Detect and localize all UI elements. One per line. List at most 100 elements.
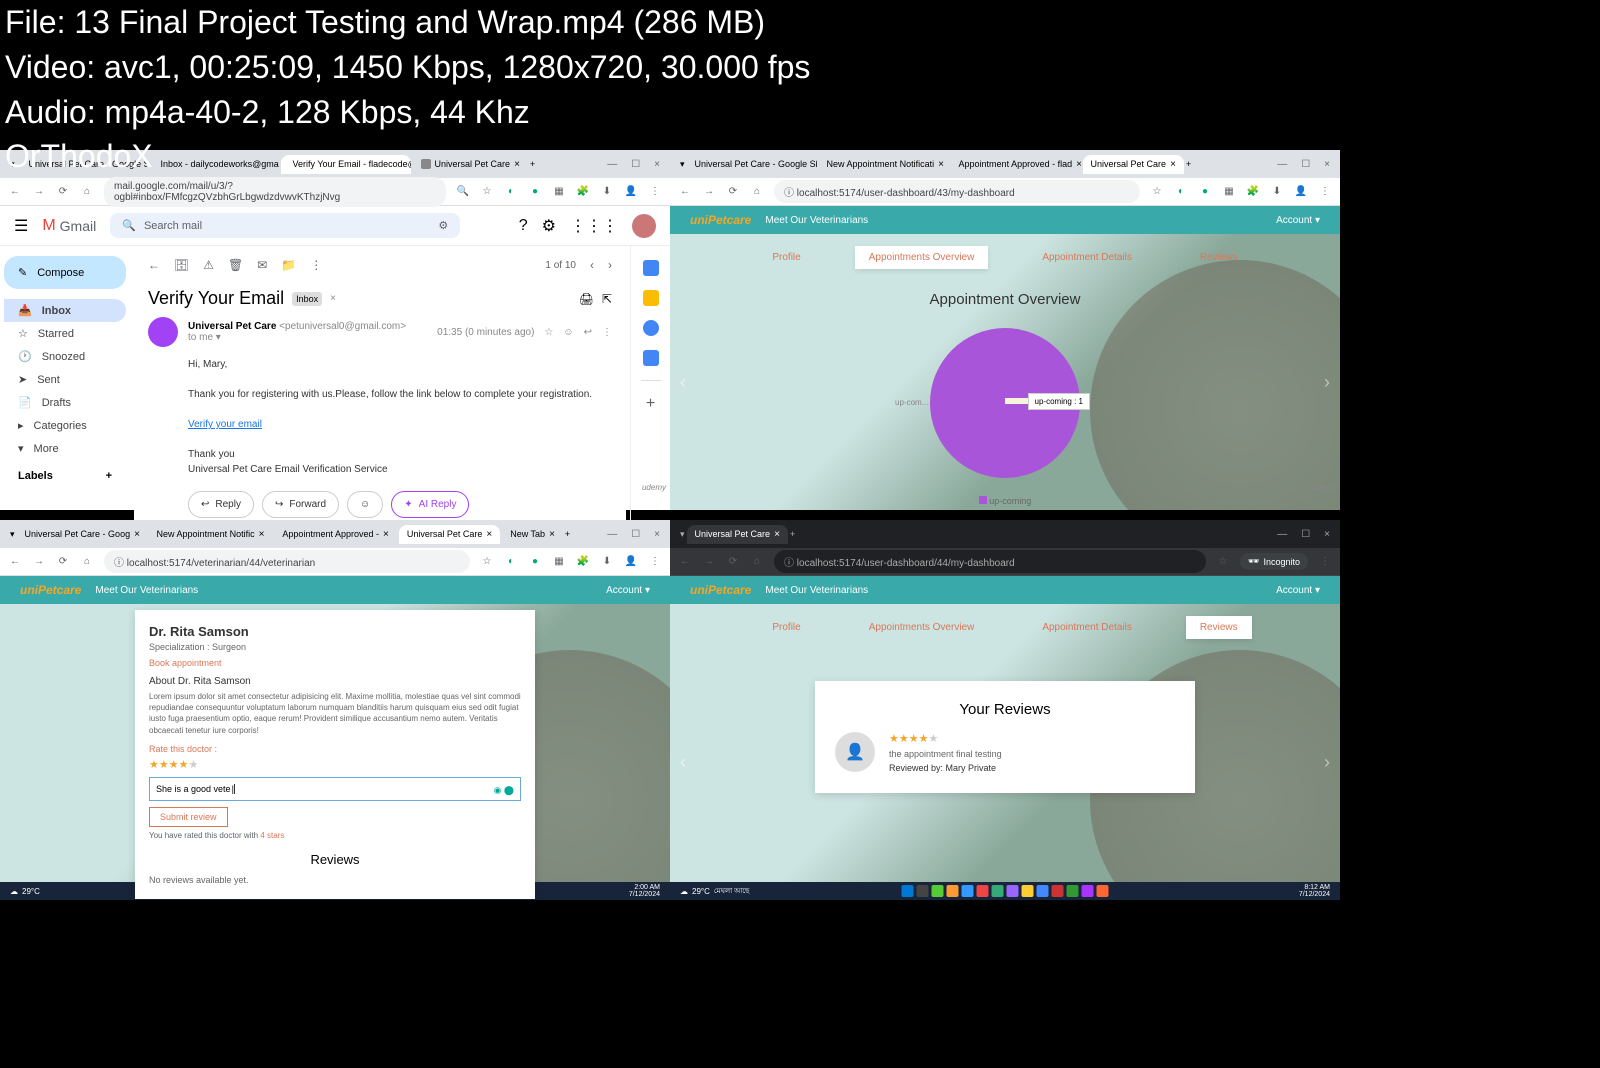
account-menu[interactable]: Account ▾ [1276,215,1320,226]
hamburger-icon[interactable]: ☰ [14,216,28,236]
account-menu[interactable]: Account ▾ [606,585,650,596]
tune-icon[interactable]: ⚙ [438,219,448,232]
print-icon[interactable]: 🖨 [579,292,594,306]
tasks-icon[interactable] [643,320,659,336]
book-appointment-link[interactable]: Book appointment [149,658,521,668]
sidebar-item-sent[interactable]: ➤Sent [4,368,126,391]
contacts-icon[interactable] [643,350,659,366]
back-icon[interactable]: ← [8,185,22,199]
weather-widget[interactable]: ☁ 29°C [10,887,40,896]
task-icon[interactable] [1037,885,1049,897]
verify-link[interactable]: Verify your email [188,419,262,430]
reply-icon[interactable]: ↩ [584,327,592,338]
inbox-chip[interactable]: Inbox [292,292,322,306]
carousel-prev-icon[interactable]: ‹ [680,372,686,393]
browser-tab[interactable]: Appointment Approved - flad× [951,155,1081,174]
emoji-icon[interactable]: ☺ [563,327,573,338]
plus-icon[interactable]: + [646,395,655,413]
forward-icon[interactable]: → [32,185,46,199]
browser-tab[interactable]: Universal Pet Care - Goog× [17,525,147,544]
sidebar-item-drafts[interactable]: 📄Drafts [4,391,126,414]
app-logo[interactable]: uniPetcare [690,583,751,597]
home-icon[interactable]: ⌂ [750,185,764,199]
menu-icon[interactable]: ⋮ [648,185,662,199]
reply-button[interactable]: ↩ Reply [188,491,254,518]
help-icon[interactable]: ? [519,217,528,235]
clock[interactable]: 2:00 AM7/12/2024 [629,884,660,898]
tab-appointment-details[interactable]: Appointment Details [1028,246,1146,269]
nav-link[interactable]: Meet Our Veterinarians [95,585,198,596]
back-icon[interactable]: ← [148,258,160,272]
archive-icon[interactable]: 🗄 [174,258,189,272]
review-textarea[interactable]: She is a good vete| ◉ ⬤ [149,777,521,801]
browser-tab-active[interactable]: Universal Pet Care× [687,525,788,544]
carousel-next-icon[interactable]: › [1324,752,1330,773]
carousel-prev-icon[interactable]: ‹ [680,752,686,773]
task-icon[interactable] [1082,885,1094,897]
incognito-badge[interactable]: 🕶 Incognito [1240,553,1308,570]
url-field[interactable]: ⓘ localhost:5174/user-dashboard/44/my-da… [774,550,1206,573]
download-icon[interactable]: ⬇ [600,185,614,199]
sidebar-item-inbox[interactable]: 📥Inbox [4,299,126,322]
chevron-down-icon[interactable]: ▾ [216,332,221,343]
task-icon[interactable] [1007,885,1019,897]
avatar[interactable] [632,214,656,238]
browser-tab-active[interactable]: Universal Pet Care× [1083,155,1184,174]
nav-link[interactable]: Meet Our Veterinarians [765,585,868,596]
emoji-button[interactable]: ☺ [347,491,383,518]
task-icon[interactable] [917,885,929,897]
plus-icon[interactable]: + [106,470,112,482]
clock[interactable]: 8:12 AM7/12/2024 [1299,884,1330,898]
browser-tab[interactable]: New Tab× [502,525,563,544]
reload-icon[interactable]: ⟳ [726,185,740,199]
forward-button[interactable]: ↪ Forward [262,491,339,518]
browser-tab[interactable]: Appointment Approved - × [274,525,396,544]
tab-profile[interactable]: Profile [758,616,814,639]
sidebar-item-starred[interactable]: ☆Starred [4,322,126,345]
extension-icon[interactable]: ◐ [504,185,518,199]
tab-appointments-overview[interactable]: Appointments Overview [855,616,989,639]
app-logo[interactable]: uniPetcare [20,583,81,597]
task-icon[interactable] [1097,885,1109,897]
task-icon[interactable] [1067,885,1079,897]
keep-icon[interactable] [643,290,659,306]
profile-icon[interactable]: 👤 [624,185,638,199]
tab-reviews[interactable]: Reviews [1186,616,1252,639]
tab-reviews[interactable]: Reviews [1186,246,1252,269]
forward-icon[interactable]: → [702,185,716,199]
sidebar-item-snoozed[interactable]: 🕐Snoozed [4,345,126,368]
star-icon[interactable]: ☆ [480,185,494,199]
apps-icon[interactable]: ⋮⋮⋮ [570,216,618,236]
prev-icon[interactable]: ‹ [590,258,594,272]
start-icon[interactable] [902,885,914,897]
gear-icon[interactable]: ⚙ [542,216,556,236]
search-input[interactable]: 🔍Search mail⚙ [110,213,460,238]
star-icon[interactable]: ☆ [544,327,553,338]
folder-icon[interactable]: 📁 [281,258,296,272]
puzzle-icon[interactable]: 🧩 [576,185,590,199]
sidebar-item-more[interactable]: ▾More [4,437,126,460]
calendar-icon[interactable] [643,260,659,276]
star-icon[interactable]: ☆ [1150,185,1164,199]
reload-icon[interactable]: ⟳ [56,185,70,199]
app-logo[interactable]: uniPetcare [690,213,751,227]
submit-review-button[interactable]: Submit review [149,807,228,827]
tab-profile[interactable]: Profile [758,246,814,269]
browser-tab[interactable]: New Appointment Notificati× [819,155,949,174]
task-icon[interactable] [932,885,944,897]
nav-link[interactable]: Meet Our Veterinarians [765,215,868,226]
url-field[interactable]: mail.google.com/mail/u/3/?ogbl#inbox/FMf… [104,177,446,207]
grammarly-icon[interactable]: ◉ ⬤ [494,785,514,796]
url-field[interactable]: ⓘ localhost:5174/user-dashboard/43/my-da… [774,180,1140,203]
delete-icon[interactable]: 🗑 [228,258,243,272]
task-icon[interactable] [1022,885,1034,897]
more-icon[interactable]: ⋮ [602,327,612,338]
more-icon[interactable]: ⋮ [310,258,322,272]
ai-reply-button[interactable]: ✦ AI Reply [391,491,469,518]
task-icon[interactable] [1052,885,1064,897]
weather-widget[interactable]: ☁ 29°C মেঘলা আছে [680,885,749,897]
url-field[interactable]: ⓘ localhost:5174/veterinarian/44/veterin… [104,550,470,573]
zoom-icon[interactable]: 🔍 [456,185,470,199]
extension-icon[interactable]: ▦ [552,185,566,199]
unread-icon[interactable]: ✉ [257,258,267,272]
